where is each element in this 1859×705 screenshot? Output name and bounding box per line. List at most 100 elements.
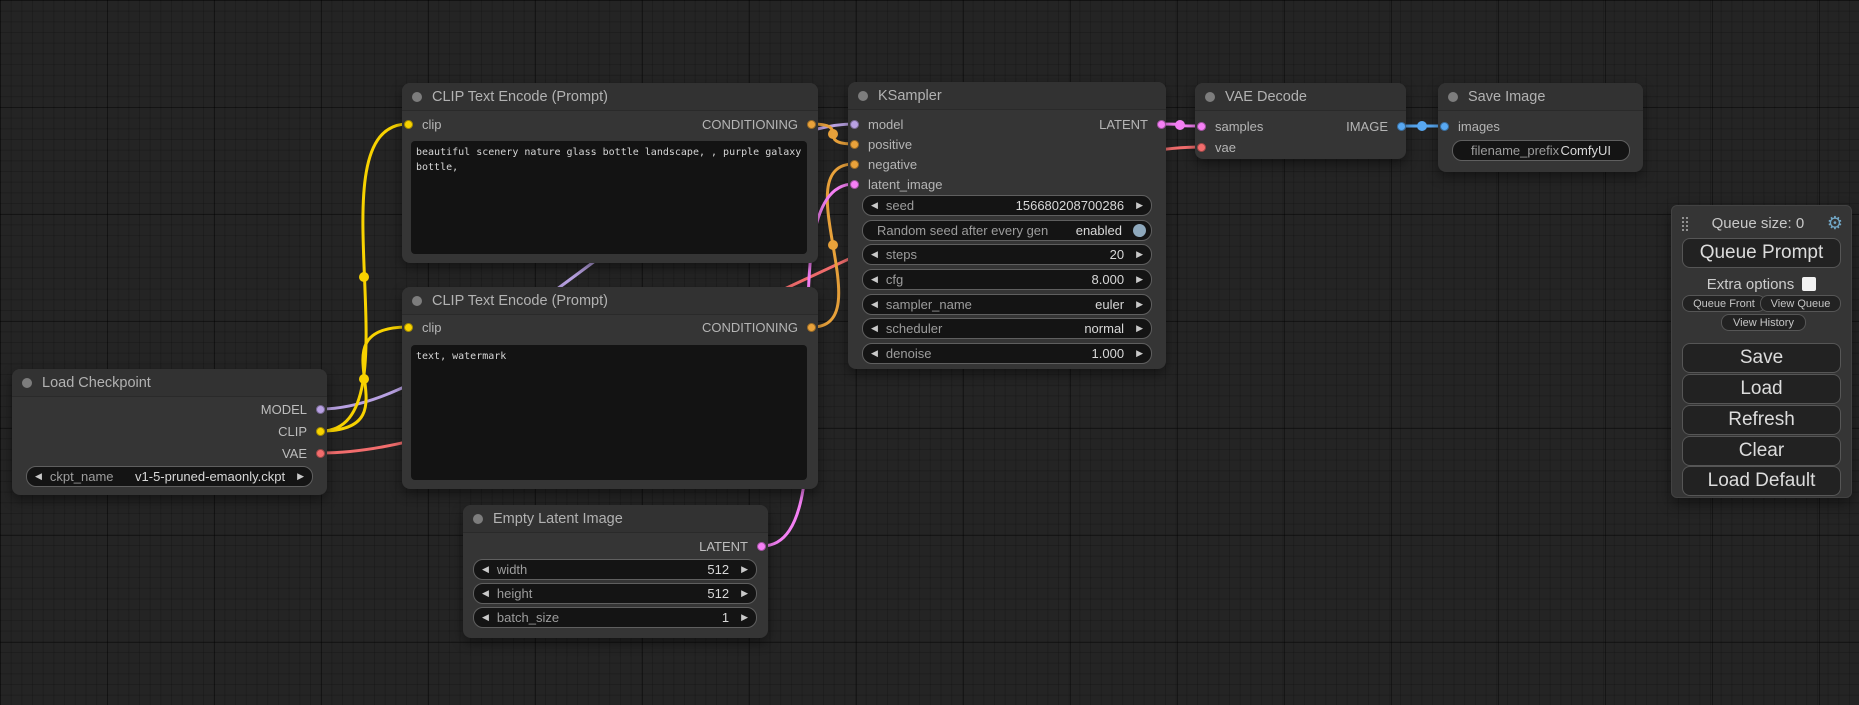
node-empty-latent-image[interactable]: Empty Latent Image LATENT ◀ width 512 ▶ …: [463, 505, 768, 638]
clip-input-dot[interactable]: [404, 120, 413, 129]
latent-output-dot[interactable]: [757, 542, 766, 551]
decrement-arrow-icon[interactable]: ◀: [474, 589, 497, 598]
input-port-images[interactable]: images: [1438, 116, 1643, 137]
decrement-arrow-icon[interactable]: ◀: [863, 201, 886, 210]
view-history-button[interactable]: View History: [1721, 314, 1806, 331]
collapse-dot-icon[interactable]: [412, 296, 422, 306]
increment-arrow-icon[interactable]: ▶: [1128, 300, 1151, 309]
collapse-dot-icon[interactable]: [473, 514, 483, 524]
cfg-widget[interactable]: ◀ cfg 8.000 ▶: [862, 269, 1152, 290]
clip-input-dot[interactable]: [404, 323, 413, 332]
node-title: Empty Latent Image: [493, 511, 623, 527]
wire-midpoint-dot[interactable]: [359, 374, 369, 384]
wire-midpoint-dot[interactable]: [359, 272, 369, 282]
load-default-button[interactable]: Load Default: [1682, 466, 1841, 496]
clear-button[interactable]: Clear: [1682, 436, 1841, 466]
increment-arrow-icon[interactable]: ▶: [1128, 324, 1151, 333]
increment-arrow-icon[interactable]: ▶: [1128, 275, 1151, 284]
latent-output-dot[interactable]: [1157, 120, 1166, 129]
node-clip-text-encode-positive[interactable]: CLIP Text Encode (Prompt) clip CONDITION…: [402, 83, 818, 263]
queue-front-button[interactable]: Queue Front: [1682, 295, 1766, 312]
conditioning-output-dot[interactable]: [807, 120, 816, 129]
conditioning-output-dot[interactable]: [807, 323, 816, 332]
input-port-positive[interactable]: positive: [848, 134, 1166, 154]
negative-prompt-textarea[interactable]: text, watermark: [411, 345, 807, 480]
scheduler-widget[interactable]: ◀ scheduler normal ▶: [862, 318, 1152, 339]
node-title: Save Image: [1468, 89, 1545, 105]
increment-arrow-icon[interactable]: ▶: [289, 472, 312, 481]
random-seed-toggle-widget[interactable]: Random seed after every gen enabled: [862, 220, 1152, 241]
toggle-circle-icon[interactable]: [1133, 224, 1146, 237]
decrement-arrow-icon[interactable]: ◀: [863, 349, 886, 358]
node-vae-decode[interactable]: VAE Decode samples IMAGE vae: [1195, 83, 1406, 159]
node-graph-canvas[interactable]: Load Checkpoint MODEL CLIP VAE ◀ ckpt_na…: [0, 0, 1859, 705]
collapse-dot-icon[interactable]: [22, 378, 32, 388]
image-output-dot[interactable]: [1397, 122, 1406, 131]
decrement-arrow-icon[interactable]: ◀: [863, 275, 886, 284]
output-port-latent[interactable]: LATENT: [463, 536, 768, 556]
filename-prefix-widget[interactable]: filename_prefix ComfyUI: [1452, 140, 1630, 161]
decrement-arrow-icon[interactable]: ◀: [863, 300, 886, 309]
vae-port-dot[interactable]: [316, 449, 325, 458]
batch-size-widget[interactable]: ◀ batch_size 1 ▶: [473, 607, 757, 628]
decrement-arrow-icon[interactable]: ◀: [474, 613, 497, 622]
queue-prompt-button[interactable]: Queue Prompt: [1682, 238, 1841, 268]
increment-arrow-icon[interactable]: ▶: [733, 589, 756, 598]
collapse-dot-icon[interactable]: [1205, 92, 1215, 102]
increment-arrow-icon[interactable]: ▶: [1128, 201, 1151, 210]
decrement-arrow-icon[interactable]: ◀: [863, 324, 886, 333]
view-queue-button[interactable]: View Queue: [1760, 295, 1841, 312]
increment-arrow-icon[interactable]: ▶: [733, 613, 756, 622]
node-load-checkpoint[interactable]: Load Checkpoint MODEL CLIP VAE ◀ ckpt_na…: [12, 369, 327, 495]
output-port-clip[interactable]: CLIP: [12, 420, 327, 442]
increment-arrow-icon[interactable]: ▶: [733, 565, 756, 574]
node-title: CLIP Text Encode (Prompt): [432, 293, 608, 309]
wire-midpoint-dot[interactable]: [1417, 121, 1427, 131]
samples-input-dot[interactable]: [1197, 122, 1206, 131]
increment-arrow-icon[interactable]: ▶: [1128, 250, 1151, 259]
images-input-dot[interactable]: [1440, 122, 1449, 131]
decrement-arrow-icon[interactable]: ◀: [863, 250, 886, 259]
input-port-samples[interactable]: samples IMAGE: [1195, 116, 1406, 137]
node-title: CLIP Text Encode (Prompt): [432, 89, 608, 105]
width-widget[interactable]: ◀ width 512 ▶: [473, 559, 757, 580]
gear-icon[interactable]: ⚙: [1827, 213, 1843, 234]
input-port-vae[interactable]: vae: [1195, 137, 1406, 158]
positive-input-dot[interactable]: [850, 140, 859, 149]
input-port-latent-image[interactable]: latent_image: [848, 174, 1166, 194]
output-port-model[interactable]: MODEL: [12, 398, 327, 420]
save-button[interactable]: Save: [1682, 343, 1841, 373]
load-button[interactable]: Load: [1682, 374, 1841, 404]
sampler-name-widget[interactable]: ◀ sampler_name euler ▶: [862, 294, 1152, 315]
seed-widget[interactable]: ◀ seed 156680208700286 ▶: [862, 195, 1152, 216]
input-port-negative[interactable]: negative: [848, 154, 1166, 174]
output-port-vae[interactable]: VAE: [12, 442, 327, 464]
ckpt-name-widget[interactable]: ◀ ckpt_name v1-5-pruned-emaonly.ckpt ▶: [26, 466, 313, 487]
collapse-dot-icon[interactable]: [1448, 92, 1458, 102]
clip-port-dot[interactable]: [316, 427, 325, 436]
positive-prompt-textarea[interactable]: beautiful scenery nature glass bottle la…: [411, 141, 807, 254]
drag-handle-icon[interactable]: [1681, 216, 1689, 231]
wire-midpoint-dot[interactable]: [1175, 120, 1185, 130]
latent-image-input-dot[interactable]: [850, 180, 859, 189]
collapse-dot-icon[interactable]: [858, 91, 868, 101]
wire-midpoint-dot[interactable]: [828, 240, 838, 250]
height-widget[interactable]: ◀ height 512 ▶: [473, 583, 757, 604]
negative-input-dot[interactable]: [850, 160, 859, 169]
node-save-image[interactable]: Save Image images filename_prefix ComfyU…: [1438, 83, 1643, 172]
increment-arrow-icon[interactable]: ▶: [1128, 349, 1151, 358]
model-port-dot[interactable]: [316, 405, 325, 414]
wire-midpoint-dot[interactable]: [828, 129, 838, 139]
decrement-arrow-icon[interactable]: ◀: [474, 565, 497, 574]
collapse-dot-icon[interactable]: [412, 92, 422, 102]
steps-widget[interactable]: ◀ steps 20 ▶: [862, 244, 1152, 265]
vae-input-dot[interactable]: [1197, 143, 1206, 152]
input-port-model[interactable]: model LATENT: [848, 114, 1166, 134]
extra-options-checkbox[interactable]: [1802, 277, 1816, 291]
decrement-arrow-icon[interactable]: ◀: [27, 472, 50, 481]
refresh-button[interactable]: Refresh: [1682, 405, 1841, 435]
node-ksampler[interactable]: KSampler model LATENT positive negative …: [848, 82, 1166, 369]
node-clip-text-encode-negative[interactable]: CLIP Text Encode (Prompt) clip CONDITION…: [402, 287, 818, 489]
model-input-dot[interactable]: [850, 120, 859, 129]
denoise-widget[interactable]: ◀ denoise 1.000 ▶: [862, 343, 1152, 364]
